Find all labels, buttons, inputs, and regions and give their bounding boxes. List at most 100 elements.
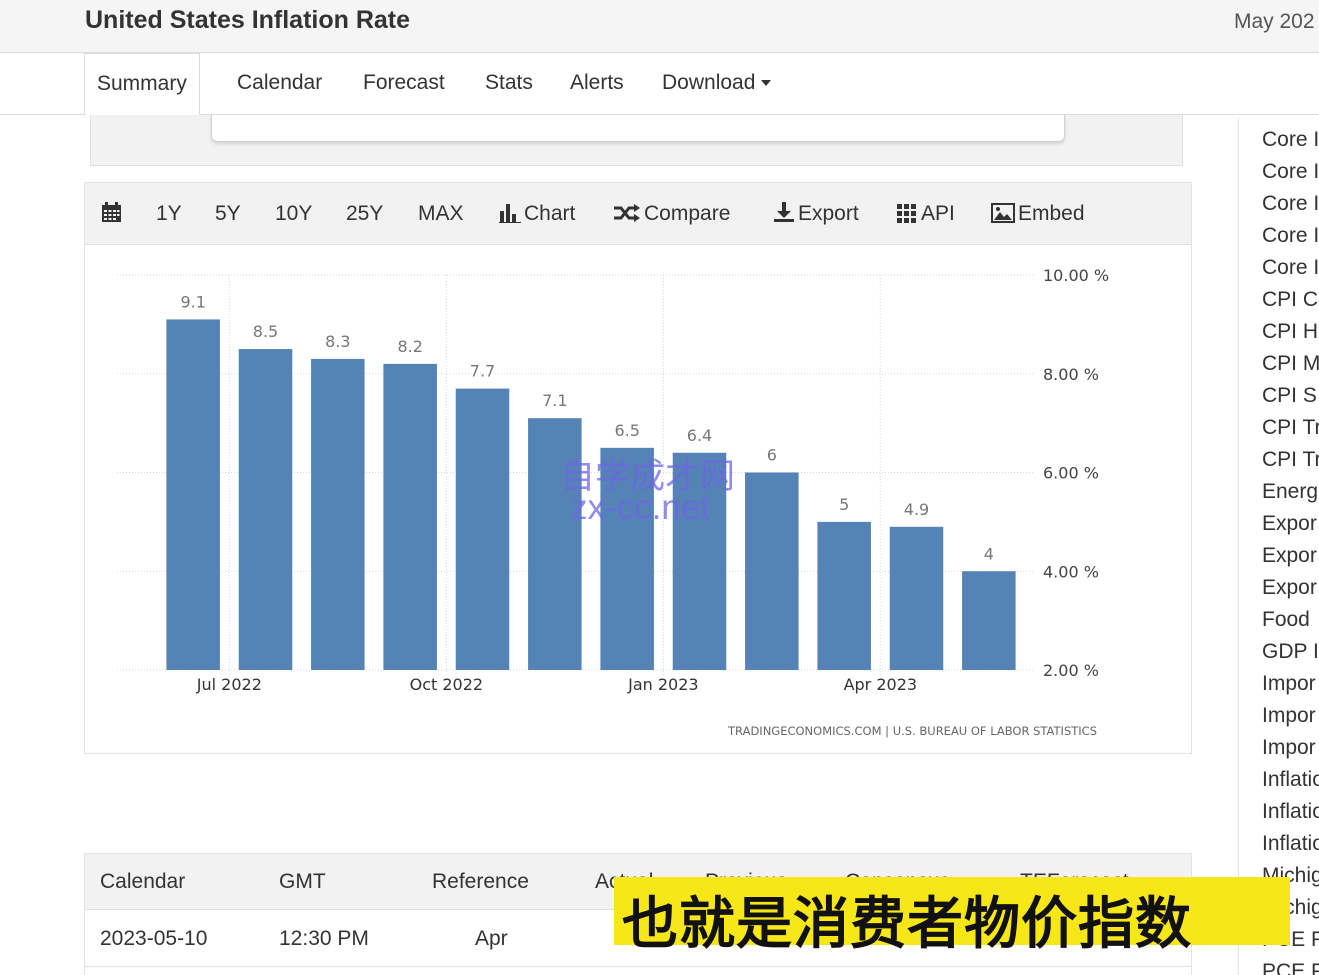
- chevron-down-icon: [761, 80, 772, 87]
- y-tick-label: 6.00 %: [1043, 464, 1099, 483]
- export-button[interactable]: Export: [773, 183, 859, 245]
- list-item[interactable]: CPI Tr: [1262, 448, 1319, 472]
- calendar-icon[interactable]: [101, 183, 125, 245]
- export-button-label: Export: [798, 202, 859, 225]
- range-25y-button[interactable]: 25Y: [346, 183, 383, 245]
- y-tick-label: 4.00 %: [1043, 562, 1099, 581]
- list-item[interactable]: Expor: [1262, 512, 1317, 536]
- shuffle-icon: [614, 204, 640, 222]
- previous-card: [211, 115, 1065, 142]
- chart-button-label: Chart: [524, 202, 576, 225]
- list-item[interactable]: Core I: [1262, 224, 1319, 248]
- y-tick-label: 2.00 %: [1043, 661, 1099, 680]
- nav-tabs: Summary Calendar Forecast Stats Alerts D…: [0, 53, 1319, 116]
- range-10y-button[interactable]: 10Y: [275, 183, 312, 245]
- col-reference: Reference: [432, 870, 529, 893]
- tab-calendar[interactable]: Calendar: [237, 53, 322, 115]
- subtitle-caption: 也就是消费者物价指数: [614, 877, 1290, 955]
- list-item[interactable]: Core I: [1262, 128, 1319, 152]
- download-icon: [774, 202, 794, 222]
- list-item[interactable]: CPI H: [1262, 320, 1318, 344]
- bar-chart-icon: [499, 204, 521, 223]
- tab-stats[interactable]: Stats: [485, 53, 533, 115]
- tab-download-label: Download: [662, 71, 756, 94]
- bar-value-label: 4: [984, 544, 994, 563]
- list-item[interactable]: Expor: [1262, 544, 1317, 568]
- bar-value-label: 7.1: [542, 391, 567, 410]
- list-item[interactable]: Core I: [1262, 160, 1319, 184]
- page-title: United States Inflation Rate: [85, 6, 411, 34]
- list-item[interactable]: Energ: [1262, 480, 1318, 504]
- bar-value-label: 8.3: [325, 332, 350, 351]
- list-item[interactable]: CPI M: [1262, 352, 1319, 376]
- list-item[interactable]: Inflatio: [1262, 800, 1319, 824]
- grid-icon: [897, 204, 916, 223]
- bar-value-label: 6: [767, 446, 777, 465]
- row-time: 12:30 PM: [279, 927, 369, 950]
- list-item[interactable]: Inflatio: [1262, 832, 1319, 856]
- bar: [745, 472, 799, 670]
- tab-alerts[interactable]: Alerts: [570, 53, 624, 115]
- col-calendar: Calendar: [100, 870, 186, 893]
- x-tick-label: Jul 2022: [196, 675, 262, 694]
- previous-panel: [90, 115, 1183, 166]
- x-tick-label: Oct 2022: [410, 675, 483, 694]
- bar-value-label: 9.1: [180, 292, 205, 311]
- list-item[interactable]: CPI Tr: [1262, 416, 1319, 440]
- range-5y-button[interactable]: 5Y: [215, 183, 241, 245]
- col-gmt: GMT: [279, 870, 326, 893]
- bar-value-label: 6.5: [614, 421, 639, 440]
- api-button-label: API: [921, 202, 955, 225]
- list-item[interactable]: CPI S: [1262, 384, 1317, 408]
- range-max-button[interactable]: MAX: [418, 183, 464, 245]
- list-item[interactable]: CPI C: [1262, 288, 1318, 312]
- chart-toolbar: 1Y 5Y 10Y 25Y MAX Chart Compare Export A…: [85, 183, 1191, 245]
- caption-text: 也就是消费者物价指数: [622, 892, 1192, 955]
- list-item[interactable]: Impor: [1262, 704, 1316, 728]
- bar: [455, 388, 510, 670]
- bar: [166, 319, 220, 670]
- header-date: May 202: [1234, 10, 1315, 33]
- list-item[interactable]: Expor: [1262, 576, 1317, 600]
- bar: [383, 363, 437, 670]
- bar-value-label: 4.9: [904, 500, 929, 519]
- list-item[interactable]: Impor: [1262, 672, 1316, 696]
- watermark-en: zx-cc.net: [570, 488, 711, 527]
- list-item[interactable]: Inflatio: [1262, 768, 1319, 792]
- bar: [889, 526, 944, 670]
- x-tick-label: Jan 2023: [627, 675, 698, 694]
- source-label: TRADINGECONOMICS.COM | U.S. BUREAU OF LA…: [727, 724, 1097, 738]
- api-button[interactable]: API: [896, 183, 955, 245]
- tab-summary[interactable]: Summary: [84, 53, 200, 116]
- range-1y-button[interactable]: 1Y: [156, 183, 182, 245]
- compare-button-label: Compare: [644, 202, 731, 225]
- bar-value-label: 8.5: [253, 322, 278, 341]
- embed-button[interactable]: Embed: [991, 183, 1085, 245]
- list-item[interactable]: Impor: [1262, 736, 1316, 760]
- image-icon: [991, 203, 1015, 223]
- bar: [962, 571, 1016, 670]
- tab-download[interactable]: Download: [662, 53, 772, 115]
- bar-value-label: 5: [839, 495, 849, 514]
- list-item[interactable]: GDP I: [1262, 640, 1319, 664]
- x-tick-label: Apr 2023: [844, 675, 917, 694]
- bar-value-label: 7.7: [470, 362, 495, 381]
- embed-button-label: Embed: [1018, 202, 1085, 225]
- row-date: 2023-05-10: [100, 927, 208, 950]
- list-item[interactable]: PCE P: [1262, 960, 1319, 975]
- bar-value-label: 6.4: [687, 426, 712, 445]
- bar: [817, 521, 871, 670]
- bar-value-label: 8.2: [397, 337, 422, 356]
- list-item[interactable]: Core I: [1262, 192, 1319, 216]
- top-bar: United States Inflation Rate May 202: [0, 0, 1319, 53]
- bar: [311, 358, 365, 670]
- chart-button[interactable]: Chart: [499, 183, 575, 245]
- y-tick-label: 10.00 %: [1043, 266, 1109, 285]
- bar: [238, 349, 293, 670]
- compare-button[interactable]: Compare: [613, 183, 730, 245]
- tab-forecast[interactable]: Forecast: [363, 53, 445, 115]
- row-reference: Apr: [475, 927, 508, 950]
- y-tick-label: 8.00 %: [1043, 365, 1099, 384]
- list-item[interactable]: Core I: [1262, 256, 1319, 280]
- list-item[interactable]: Food: [1262, 608, 1310, 632]
